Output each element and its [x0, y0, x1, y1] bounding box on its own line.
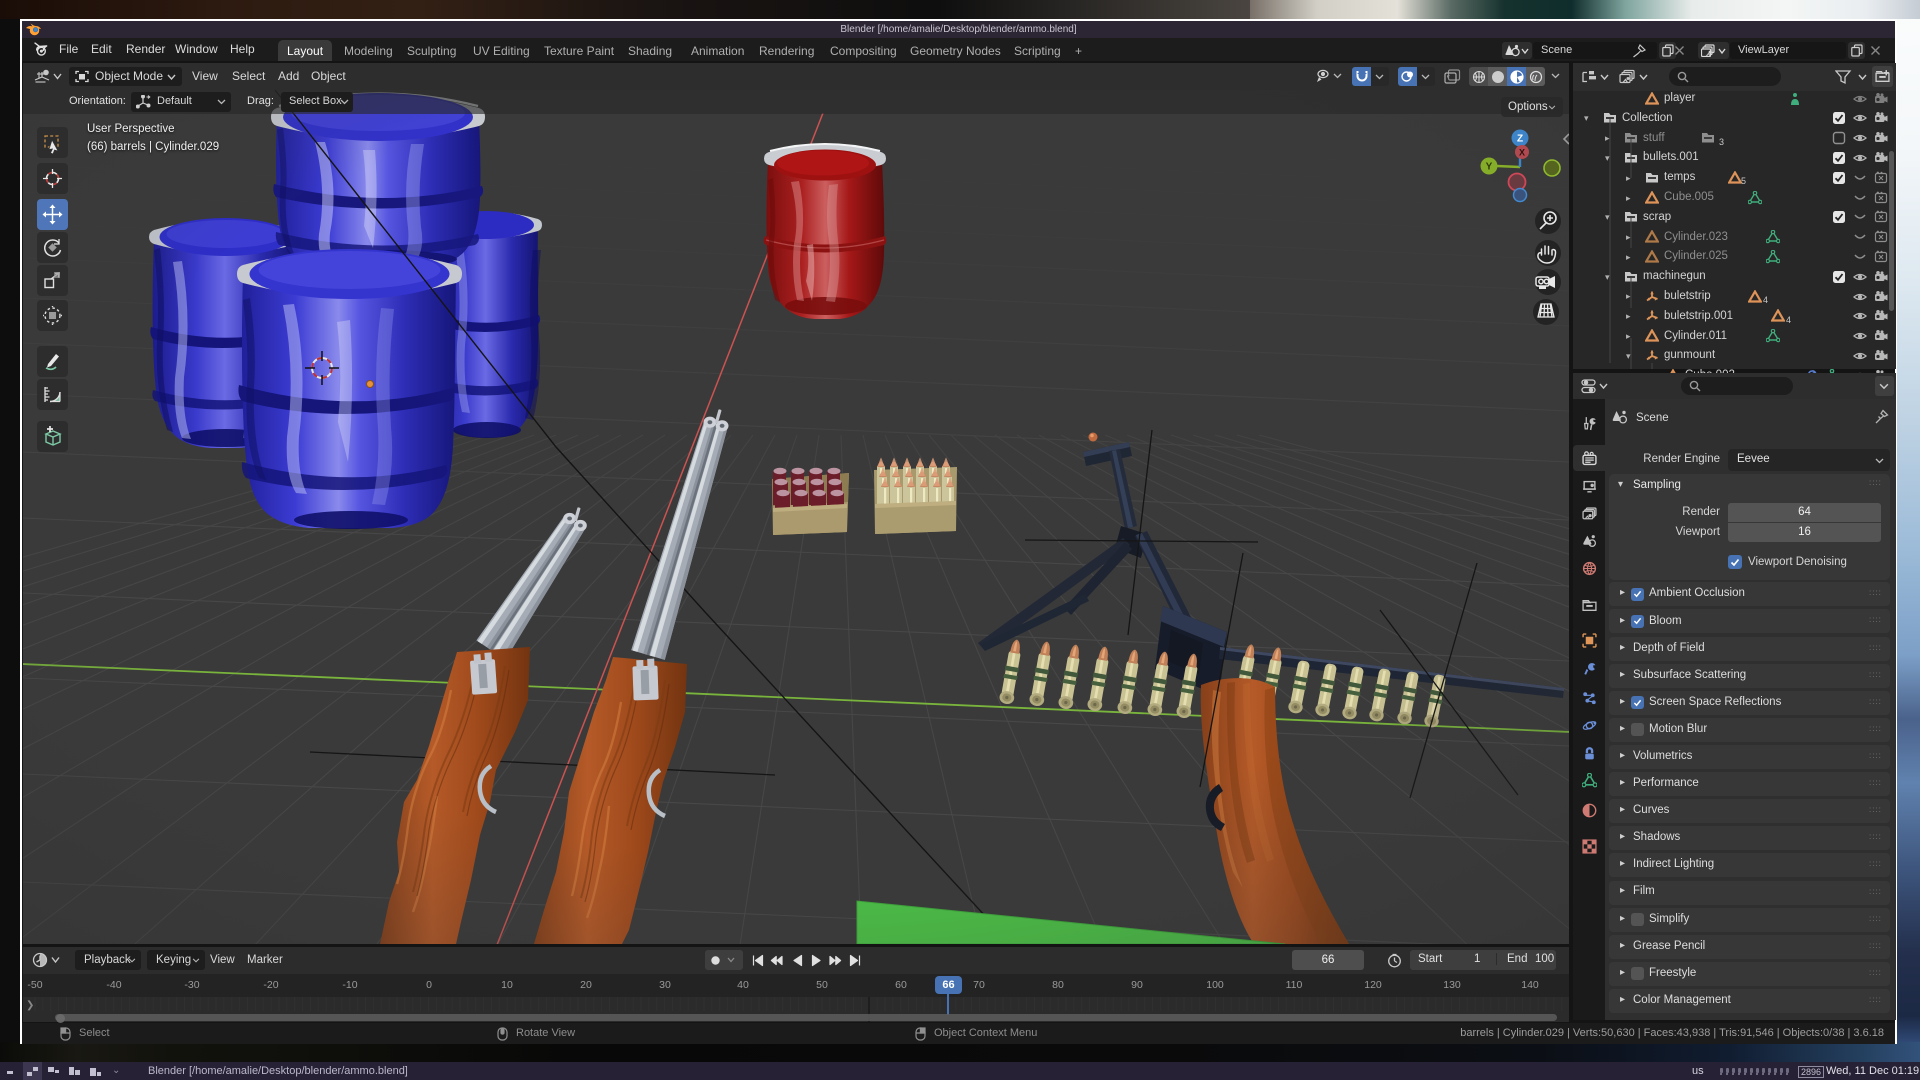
svg-text:Y: Y [1486, 162, 1493, 173]
svg-text:X: X [1519, 148, 1525, 158]
svg-text:Z: Z [1517, 134, 1523, 145]
